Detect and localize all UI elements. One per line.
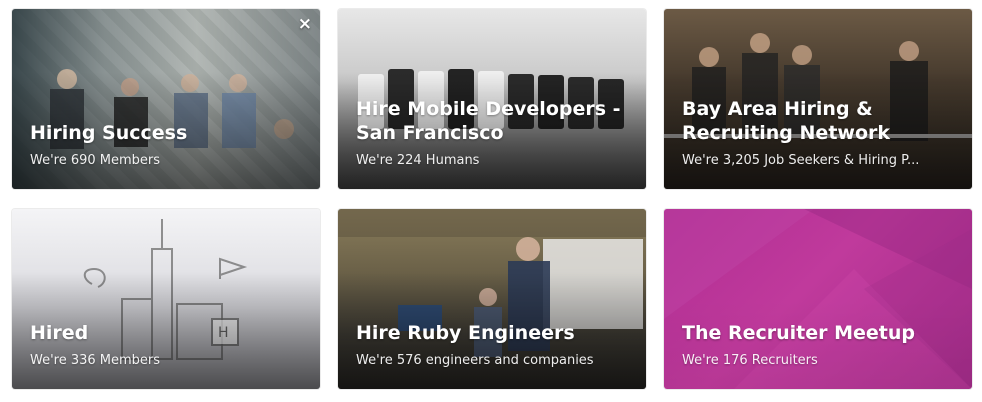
card-text: Hire Ruby Engineers We're 576 engineers … — [356, 321, 632, 369]
card-text: Hire Mobile Developers - San Francisco W… — [356, 97, 632, 169]
group-card-hiring-success[interactable]: × Hiring Success We're 690 Members — [12, 9, 320, 189]
card-subtitle: We're 336 Members — [30, 353, 161, 368]
card-title[interactable]: Hired — [30, 321, 306, 345]
card-subtitle: We're 3,205 Job Seekers & Hiring P... — [682, 153, 920, 168]
group-card-hire-mobile-developers[interactable]: Hire Mobile Developers - San Francisco W… — [338, 9, 646, 189]
card-text: Hired We're 336 Members — [30, 321, 306, 369]
card-title[interactable]: The Recruiter Meetup — [682, 321, 958, 345]
group-card-hired[interactable]: H Hired We're 336 Members — [12, 209, 320, 389]
card-text: The Recruiter Meetup We're 176 Recruiter… — [682, 321, 958, 369]
card-subtitle: We're 576 engineers and companies — [356, 353, 594, 368]
card-text: Bay Area Hiring & Recruiting Network We'… — [682, 97, 958, 169]
card-subtitle: We're 690 Members — [30, 153, 161, 168]
card-title[interactable]: Bay Area Hiring & Recruiting Network — [682, 97, 958, 145]
close-icon[interactable]: × — [298, 15, 312, 33]
group-card-grid: × Hiring Success We're 690 Members Hire … — [0, 0, 982, 402]
card-title[interactable]: Hiring Success — [30, 121, 306, 145]
card-text: Hiring Success We're 690 Members — [30, 121, 306, 169]
card-title[interactable]: Hire Mobile Developers - San Francisco — [356, 97, 632, 145]
group-card-bay-area-hiring[interactable]: Bay Area Hiring & Recruiting Network We'… — [664, 9, 972, 189]
group-card-hire-ruby-engineers[interactable]: Hire Ruby Engineers We're 576 engineers … — [338, 209, 646, 389]
card-title[interactable]: Hire Ruby Engineers — [356, 321, 632, 345]
group-card-the-recruiter-meetup[interactable]: The Recruiter Meetup We're 176 Recruiter… — [664, 209, 972, 389]
card-subtitle: We're 224 Humans — [356, 153, 480, 168]
card-subtitle: We're 176 Recruiters — [682, 353, 818, 368]
